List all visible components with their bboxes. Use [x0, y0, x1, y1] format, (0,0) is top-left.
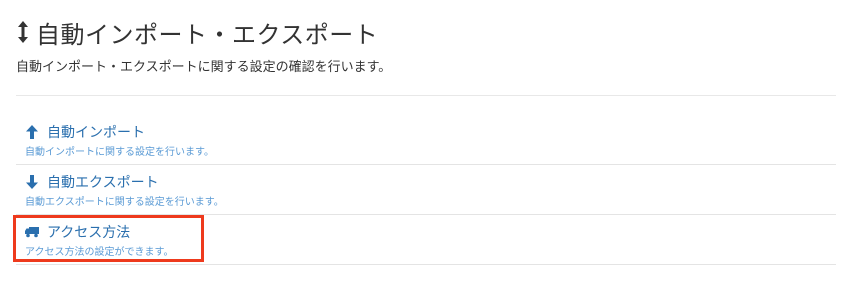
menu-item-label[interactable]: 自動インポート	[47, 122, 145, 142]
page-description: 自動インポート・エクスポートに関する設定の確認を行います。	[16, 60, 392, 75]
menu-item-access-method[interactable]: アクセス方法 アクセス方法の設定ができます。	[16, 215, 836, 265]
menu-item-auto-export[interactable]: 自動エクスポート 自動エクスポートに関する設定を行います。	[16, 165, 836, 215]
page-title-text: 自動インポート・エクスポート	[36, 20, 379, 49]
menu-item-label[interactable]: アクセス方法	[47, 222, 130, 242]
arrow-down-icon	[25, 175, 39, 189]
menu-item-description: 自動エクスポートに関する設定を行います。	[25, 197, 224, 208]
page-title: 自動インポート・エクスポート	[16, 10, 836, 54]
menu-list: 自動インポート 自動インポートに関する設定を行います。 自動エクスポート 自動エ…	[16, 115, 836, 265]
menu-item-auto-import[interactable]: 自動インポート 自動インポートに関する設定を行います。	[16, 115, 836, 165]
menu-item-description: 自動インポートに関する設定を行います。	[25, 147, 214, 158]
truck-icon	[25, 225, 39, 239]
arrow-up-icon	[25, 125, 39, 139]
menu-item-description: アクセス方法の設定ができます。	[25, 247, 174, 258]
vertical-arrows-icon	[16, 20, 30, 44]
menu-item-label[interactable]: 自動エクスポート	[47, 172, 159, 192]
header-divider	[16, 95, 836, 96]
page-header: 自動インポート・エクスポート	[16, 10, 836, 54]
